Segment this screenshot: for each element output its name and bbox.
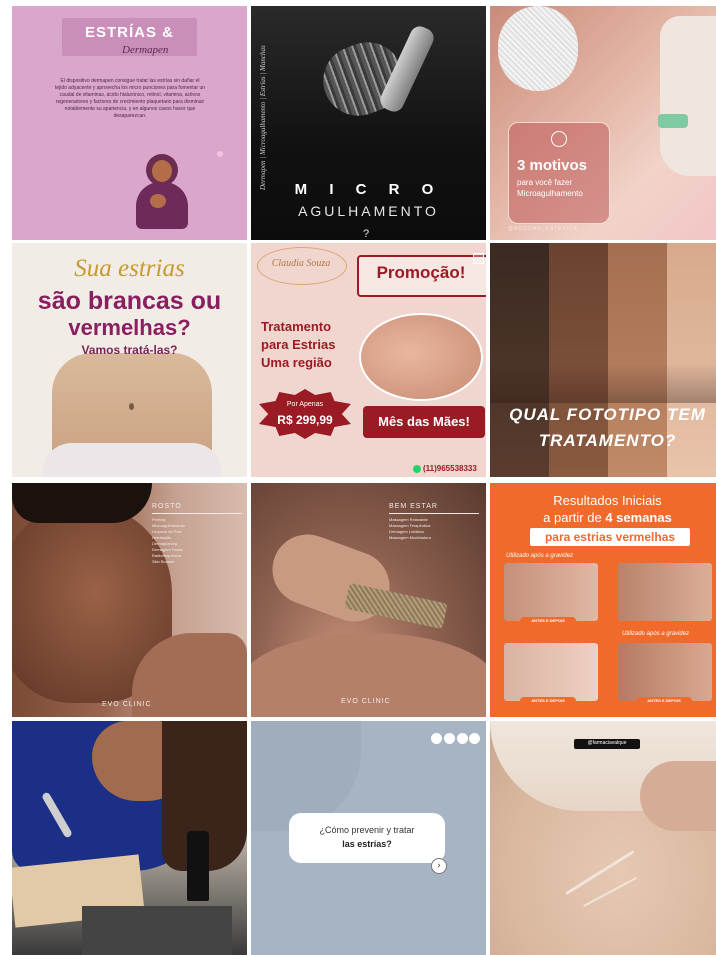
clinic-brand: EVO CLINIC [341, 698, 391, 705]
badge-text: ANTES E DEPOIS [531, 618, 565, 623]
whatsapp-icon [413, 465, 421, 473]
underwear [42, 443, 222, 477]
post-grid: ESTRÍAS & Dermapen El dispositivo dermap… [0, 0, 716, 955]
navel [129, 403, 134, 410]
social-icon [469, 733, 480, 744]
thigh-image [359, 313, 483, 401]
table-items [82, 906, 232, 955]
service-item: Massagem Modeladora [389, 535, 431, 540]
month-text: Mês das Mães! [378, 414, 470, 429]
brand-name: Claudia Souza [271, 258, 331, 269]
headline-line2: a partir de 4 semanas [543, 510, 672, 525]
multi-post-icon [473, 253, 484, 264]
glove-hand [660, 16, 716, 176]
title: ESTRÍAS & [84, 24, 174, 41]
question-line1: ¿Cómo prevenir y tratar [319, 825, 415, 835]
phone: (11)965538333 [423, 464, 477, 473]
treatment-line2: para Estrias [261, 337, 336, 352]
vertical-tagline: Dermapen | Microagulhamento | Estrías | … [259, 45, 267, 190]
roller-device [658, 114, 688, 128]
script-title: Sua estrias [74, 255, 185, 282]
service-list: Massagem Relaxante Massagem Terapêutica Dr… [389, 517, 479, 541]
caption-2: Utilizado após a gravidez [622, 631, 690, 637]
title-line1: são brancas ou [37, 287, 222, 315]
serum-bottle [187, 831, 209, 901]
badge-text: ANTES E DEPOIS [531, 698, 565, 703]
result-photo [504, 643, 598, 701]
post-fototipo[interactable]: QUAL FOTOTIPO TEM TRATAMENTO? [490, 243, 716, 477]
info-icon [551, 131, 567, 147]
dermaroller-image [313, 23, 437, 126]
result-photo [618, 643, 712, 701]
section-title: BEM ESTAR [389, 503, 438, 510]
hand [640, 761, 716, 831]
result-photo [504, 563, 598, 621]
service-list: Peeling Microagulhamento Limpeza de Pele Hi… [152, 517, 242, 565]
social-icon [444, 733, 455, 744]
band-text: para estrias vermelhas [544, 530, 676, 544]
post-bem-estar[interactable]: BEM ESTAR Massagem Relaxante Massagem Ter… [251, 483, 486, 717]
cut-mark: ? [363, 228, 370, 240]
handle: @BOGDAN_ESTETICA [508, 226, 578, 232]
divider [389, 513, 479, 514]
promo-text: Promoção! [376, 263, 466, 282]
info-card: 3 motivos para você fazer Microagulhamen… [508, 122, 610, 224]
script-subtitle: Dermapen [122, 44, 169, 56]
post-rosto[interactable]: ROSTO Peeling Microagulhamento Limpeza de … [12, 483, 247, 717]
title-line2: TRATAMENTO? [538, 431, 677, 450]
post-promocao-estrias[interactable]: Claudia Souza Promoção! Tratamento para … [251, 243, 486, 477]
headline: Resultados Iniciais [553, 493, 662, 508]
subtitle: Vamos tratá-las? [81, 343, 178, 357]
badge-text: ANTES E DEPOIS [647, 698, 681, 703]
clinic-brand: EVO CLINIC [102, 701, 152, 708]
card-line2: Microagulhamento [517, 189, 583, 198]
result-photo [618, 563, 712, 621]
arrow-right-icon[interactable]: › [431, 858, 447, 874]
title-micro: M I C R O [294, 181, 443, 198]
treatment-line3: Uma região [261, 355, 332, 370]
divider [152, 513, 242, 514]
post-estrias-brancas-vermelhas[interactable]: Sua estrias são brancas ou vermelhas? Va… [12, 243, 247, 477]
section-title: ROSTO [152, 503, 182, 510]
post-microagulhamento[interactable]: Dermapen | Microagulhamento | Estrías | … [251, 6, 486, 240]
post-estrias-dermapen[interactable]: ESTRÍAS & Dermapen El dispositivo dermap… [12, 6, 247, 240]
post-estria-pele[interactable]: @farmaciavalque [490, 721, 716, 955]
hair [12, 483, 152, 523]
question-line2: las estrías? [342, 839, 392, 849]
price-prefix: Por Apenas [286, 401, 324, 408]
post-como-prevenir[interactable]: ¿Cómo prevenir y tratar las estrías? › [251, 721, 486, 955]
decor-dot [217, 151, 223, 157]
social-icon [457, 733, 468, 744]
title-agulhamento: AGULHAMENTO [298, 203, 439, 219]
post-3-motivos[interactable]: 3 motivos para você fazer Microagulhamen… [490, 6, 716, 240]
social-icon [431, 733, 442, 744]
service-item: Skin Booster [152, 559, 175, 564]
body-text: El dispositivo dermapen consigue tratar … [54, 78, 206, 119]
question-card [289, 813, 445, 863]
treatment-line1: Tratamento [261, 319, 332, 334]
price: R$ 299,99 [277, 413, 333, 427]
hair-cap [498, 6, 578, 91]
woman-illustration [132, 154, 192, 229]
post-resultados-iniciais[interactable]: Resultados Iniciais a partir de 4 semana… [490, 483, 716, 717]
card-title: 3 motivos [517, 157, 588, 174]
caption-1: Utilizado após a gravidez [506, 553, 574, 559]
title-line2: vermelhas? [68, 315, 191, 340]
post-dermapen-procedure[interactable] [12, 721, 247, 955]
title-line1: QUAL FOTOTIPO TEM [509, 405, 706, 424]
card-line1: para você fazer [517, 178, 573, 187]
handle-text: @farmaciavalque [587, 740, 627, 746]
